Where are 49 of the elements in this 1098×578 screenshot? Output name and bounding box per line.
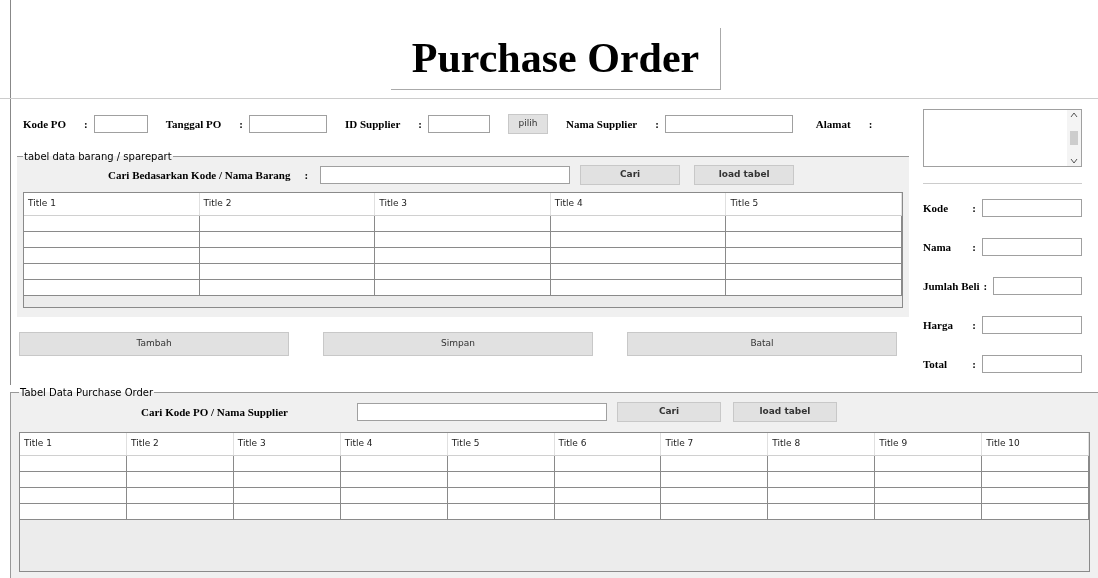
colon: : xyxy=(304,167,309,183)
field-label: Alamat xyxy=(815,116,851,132)
colon: : xyxy=(972,356,976,372)
column-header[interactable]: Title 2 xyxy=(199,193,376,215)
column-header[interactable]: Title 3 xyxy=(233,433,341,455)
group-title: Tabel Data Purchase Order xyxy=(19,386,155,400)
group-title: tabel data barang / sparepart xyxy=(23,150,173,164)
page-title: Purchase Order xyxy=(391,28,721,90)
column-header[interactable]: Title 1 xyxy=(20,433,127,455)
colon: : xyxy=(972,239,976,255)
colon: : xyxy=(868,116,873,132)
button[interactable]: Tambah xyxy=(19,332,289,356)
column-header[interactable]: Title 3 xyxy=(375,193,551,215)
field-label: Tanggal PO xyxy=(165,116,222,132)
colon: : xyxy=(655,116,659,132)
column-header[interactable]: Title 2 xyxy=(126,433,234,455)
button[interactable]: Cari xyxy=(617,402,721,422)
button[interactable]: load tabel xyxy=(733,402,837,422)
column-header[interactable]: Title 10 xyxy=(982,433,1090,455)
colon: : xyxy=(972,200,976,216)
column-header[interactable]: Title 9 xyxy=(875,433,983,455)
column-header[interactable]: Title 5 xyxy=(447,433,555,455)
colon: : xyxy=(418,116,422,132)
column-header[interactable]: Title 5 xyxy=(726,193,902,215)
column-header[interactable]: Title 4 xyxy=(340,433,448,455)
field-label: Kode xyxy=(923,200,949,216)
field-label: ID Supplier xyxy=(344,116,401,132)
colon: : xyxy=(84,116,88,132)
column-header[interactable]: Title 6 xyxy=(554,433,662,455)
search-label: Cari Kode PO / Nama Supplier xyxy=(141,404,289,420)
button[interactable]: Cari xyxy=(580,165,681,185)
column-header[interactable]: Title 4 xyxy=(550,193,727,215)
column-header[interactable]: Title 8 xyxy=(768,433,876,455)
column-header[interactable]: Title 1 xyxy=(24,193,200,215)
field-label: Jumlah Beli xyxy=(923,278,980,294)
colon: : xyxy=(972,317,976,333)
field-label: Nama Supplier xyxy=(565,116,638,132)
button[interactable]: Simpan xyxy=(323,332,593,356)
field-label: Harga xyxy=(923,317,953,333)
colon: : xyxy=(239,116,243,132)
button[interactable]: load tabel xyxy=(694,165,795,185)
search-label: Cari Bedasarkan Kode / Nama Barang xyxy=(108,167,291,183)
field-label: Kode PO xyxy=(23,116,67,132)
button[interactable]: pilih xyxy=(507,114,548,134)
button[interactable]: Batal xyxy=(627,332,897,356)
field-label: Nama xyxy=(923,239,952,255)
column-header[interactable]: Title 7 xyxy=(661,433,769,455)
field-label: Total xyxy=(923,356,948,372)
colon: : xyxy=(983,278,988,294)
